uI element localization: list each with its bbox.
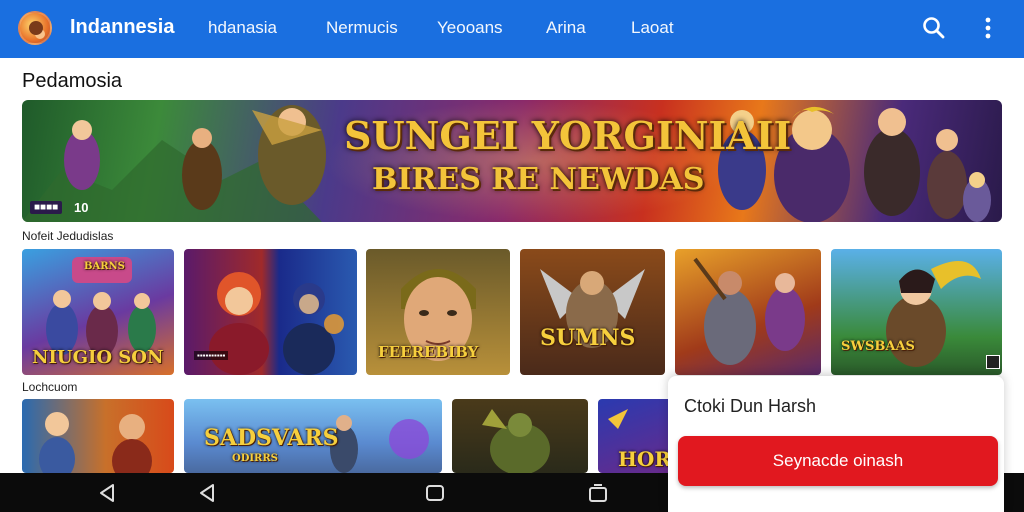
game-tile-2-sub: ▪▪▪▪▪▪▪▪▪▪ bbox=[194, 351, 229, 360]
banner-badge-number: 10 bbox=[74, 200, 89, 215]
game-tile-10[interactable]: HOR bbox=[598, 399, 678, 473]
game-tile-2[interactable]: ▪▪▪▪▪▪▪▪▪▪ bbox=[184, 249, 357, 375]
more-vert-icon[interactable] bbox=[973, 13, 1003, 43]
game-tile-8-title: SADSVARS bbox=[204, 425, 339, 451]
game-tile-4[interactable]: SUMNS bbox=[520, 249, 665, 375]
home-icon[interactable] bbox=[424, 482, 446, 504]
game-tile-8[interactable]: SADSVARS ODIRRS bbox=[184, 399, 442, 473]
tile-corner-icon bbox=[986, 355, 1000, 369]
nav-item-1[interactable]: hdanasia bbox=[208, 18, 277, 38]
game-tile-7-art bbox=[39, 412, 152, 473]
game-tile-6-art bbox=[886, 261, 981, 367]
game-tile-5[interactable] bbox=[675, 249, 821, 375]
game-tile-3[interactable]: FEEREBIBY bbox=[366, 249, 510, 375]
featured-section-title: Pedamosia bbox=[22, 70, 123, 92]
top-app-bar: Indannesia hdanasia Nermucis Yeooans Ari… bbox=[0, 0, 1024, 58]
nav-item-3[interactable]: Yeooans bbox=[437, 18, 503, 38]
game-tile-3-title: FEEREBIBY bbox=[378, 343, 479, 361]
row2-title: Lochcuom bbox=[22, 380, 78, 394]
app-logo[interactable] bbox=[18, 11, 52, 45]
nav-item-2[interactable]: Nermucis bbox=[326, 18, 398, 38]
game-tile-10-title: HOR bbox=[618, 447, 671, 471]
popup-action-button[interactable]: Seynacde oinash bbox=[678, 436, 998, 486]
game-tile-9[interactable] bbox=[452, 399, 588, 473]
back-icon[interactable] bbox=[96, 482, 118, 504]
banner-title-line1: SUNGEI YORGINIAII bbox=[344, 113, 792, 158]
game-tile-4-art bbox=[540, 269, 645, 348]
banner-badge: ■■■■ bbox=[30, 201, 63, 214]
game-tile-6-title: SWSBAAS bbox=[841, 339, 915, 354]
game-tile-1-top: BARNS bbox=[84, 261, 125, 272]
search-icon[interactable] bbox=[919, 13, 949, 43]
recents-icon[interactable] bbox=[587, 482, 609, 504]
row1-title: Nofeit Jedudislas bbox=[22, 229, 114, 243]
brand-title[interactable]: Indannesia bbox=[70, 16, 174, 39]
popup-message: Ctoki Dun Harsh bbox=[684, 396, 817, 416]
game-tile-5-art bbox=[693, 257, 805, 365]
promo-popup: Ctoki Dun Harsh Seynacde oinash bbox=[668, 376, 1004, 512]
nav-item-4[interactable]: Arina bbox=[546, 18, 586, 38]
game-tile-1[interactable]: BARNS NIUGIO SON bbox=[22, 249, 174, 375]
banner-title-line2: BIRES RE NEWDAS bbox=[372, 162, 705, 197]
game-tile-4-title: SUMNS bbox=[540, 325, 636, 351]
game-tile-7[interactable] bbox=[22, 399, 174, 473]
game-tile-8-sub: ODIRRS bbox=[232, 453, 278, 464]
back-icon-secondary[interactable] bbox=[196, 482, 218, 504]
nav-item-5[interactable]: Laoat bbox=[631, 18, 674, 38]
game-tile-6[interactable]: SWSBAAS bbox=[831, 249, 1002, 375]
game-tile-9-art bbox=[482, 409, 550, 473]
game-tile-1-title: NIUGIO SON bbox=[32, 347, 164, 368]
